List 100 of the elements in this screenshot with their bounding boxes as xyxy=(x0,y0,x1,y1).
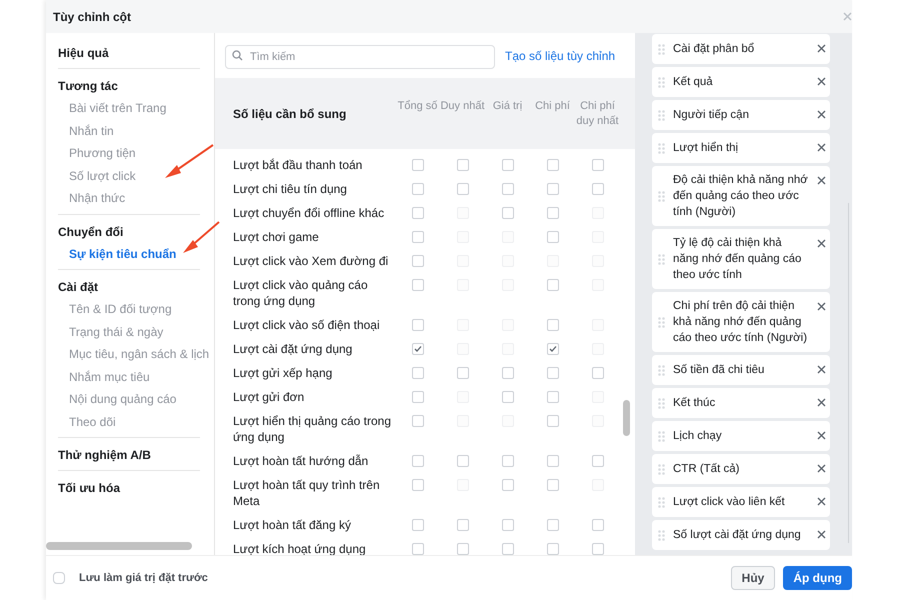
checkbox[interactable] xyxy=(412,415,424,427)
checkbox[interactable] xyxy=(412,279,424,291)
checkbox[interactable] xyxy=(546,519,558,531)
sidebar-item[interactable]: Sự kiện tiêu chuẩn xyxy=(58,242,176,265)
checkbox[interactable] xyxy=(546,319,558,331)
selected-column-card[interactable]: Cài đặt phân bổ xyxy=(652,34,830,64)
drag-handle-icon[interactable] xyxy=(658,496,665,508)
remove-icon[interactable] xyxy=(817,302,826,311)
remove-icon[interactable] xyxy=(817,497,826,506)
selected-column-card[interactable]: Độ cải thiện khả năng nhớ đến quảng cáo theo ước tính (Người) xyxy=(652,166,830,226)
checkbox[interactable] xyxy=(412,343,424,355)
checkbox[interactable] xyxy=(456,519,468,531)
drag-handle-icon[interactable] xyxy=(658,254,665,264)
checkbox[interactable] xyxy=(502,367,514,379)
checkbox[interactable] xyxy=(502,391,514,403)
create-custom-metric-link[interactable]: Tạo số liệu tùy chỉnh xyxy=(505,47,616,65)
checkbox[interactable] xyxy=(412,159,424,171)
checkbox[interactable] xyxy=(546,415,558,427)
drag-handle-icon[interactable] xyxy=(658,44,665,54)
remove-icon[interactable] xyxy=(817,530,826,539)
remove-icon[interactable] xyxy=(817,110,826,119)
search-field[interactable]: Tìm kiếm xyxy=(225,45,495,69)
checkbox[interactable] xyxy=(456,183,468,195)
remove-icon[interactable] xyxy=(817,398,826,407)
checkbox[interactable] xyxy=(456,159,468,171)
checkbox[interactable] xyxy=(592,519,604,531)
selected-column-card[interactable]: Lượt click vào liên kết xyxy=(652,487,830,517)
checkbox[interactable] xyxy=(592,543,604,555)
section-heading[interactable]: Chuyển đổi xyxy=(58,220,200,242)
drag-handle-icon[interactable] xyxy=(658,190,665,202)
selected-column-card[interactable]: Lượt hiển thị xyxy=(652,133,830,163)
checkbox[interactable] xyxy=(546,367,558,379)
checkbox[interactable] xyxy=(546,343,558,355)
drag-handle-icon[interactable] xyxy=(658,110,665,120)
drag-handle-icon[interactable] xyxy=(658,398,665,408)
remove-icon[interactable] xyxy=(817,77,826,86)
checkbox[interactable] xyxy=(502,455,514,467)
checkbox[interactable] xyxy=(592,159,604,171)
checkbox[interactable] xyxy=(53,572,65,584)
checkbox[interactable] xyxy=(546,159,558,171)
checkbox[interactable] xyxy=(546,207,558,219)
remove-icon[interactable] xyxy=(817,176,826,185)
section-heading[interactable]: Tối ưu hóa xyxy=(58,477,200,499)
cancel-button[interactable]: Hủy xyxy=(730,566,776,590)
checkbox[interactable] xyxy=(546,543,558,555)
checkbox[interactable] xyxy=(546,455,558,467)
checkbox[interactable] xyxy=(592,367,604,379)
drag-handle-icon[interactable] xyxy=(658,430,665,442)
remove-icon[interactable] xyxy=(817,365,826,374)
section-heading[interactable]: Thử nghiệm A/B xyxy=(58,444,200,466)
close-icon[interactable] xyxy=(843,12,852,21)
remove-icon[interactable] xyxy=(817,464,826,473)
checkbox[interactable] xyxy=(412,255,424,267)
drag-handle-icon[interactable] xyxy=(658,530,665,540)
section-heading[interactable]: Cài đặt xyxy=(58,276,200,298)
remove-icon[interactable] xyxy=(817,431,826,440)
checkbox[interactable] xyxy=(456,543,468,555)
checkbox[interactable] xyxy=(502,159,514,171)
scrollbar[interactable] xyxy=(46,542,192,550)
checkbox[interactable] xyxy=(546,391,558,403)
drag-handle-icon[interactable] xyxy=(658,464,665,474)
checkbox[interactable] xyxy=(412,183,424,195)
checkbox[interactable] xyxy=(502,543,514,555)
checkbox[interactable] xyxy=(412,319,424,331)
checkbox[interactable] xyxy=(412,519,424,531)
drag-handle-icon[interactable] xyxy=(658,142,665,154)
apply-button[interactable]: Áp dụng xyxy=(783,566,852,590)
checkbox[interactable] xyxy=(412,543,424,555)
selected-column-card[interactable]: Kết quả xyxy=(652,67,830,97)
section-heading[interactable]: Hiệu quả xyxy=(58,42,200,64)
checkbox[interactable] xyxy=(412,207,424,219)
checkbox[interactable] xyxy=(502,479,514,491)
remove-icon[interactable] xyxy=(817,44,826,53)
selected-column-card[interactable]: Số lượt cài đặt ứng dụng xyxy=(652,520,830,550)
checkbox[interactable] xyxy=(546,279,558,291)
remove-icon[interactable] xyxy=(817,239,826,248)
scrollbar[interactable] xyxy=(623,400,630,436)
checkbox[interactable] xyxy=(412,231,424,243)
checkbox[interactable] xyxy=(456,367,468,379)
selected-column-card[interactable]: Số tiền đã chi tiêu xyxy=(652,355,830,385)
checkbox[interactable] xyxy=(502,207,514,219)
checkbox[interactable] xyxy=(592,183,604,195)
checkbox[interactable] xyxy=(412,455,424,467)
checkbox[interactable] xyxy=(412,479,424,491)
checkbox[interactable] xyxy=(456,455,468,467)
checkbox[interactable] xyxy=(412,391,424,403)
checkbox[interactable] xyxy=(546,479,558,491)
checkbox[interactable] xyxy=(592,455,604,467)
section-heading[interactable]: Tương tác xyxy=(58,75,200,97)
checkbox[interactable] xyxy=(546,231,558,243)
selected-column-card[interactable]: Tỷ lệ độ cải thiện khả năng nhớ đến quảng cáo theo ước tính xyxy=(652,229,830,289)
selected-column-card[interactable]: CTR (Tất cả) xyxy=(652,454,830,484)
checkbox[interactable] xyxy=(502,183,514,195)
checkbox[interactable] xyxy=(412,367,424,379)
selected-column-card[interactable]: Lịch chạy xyxy=(652,421,830,451)
selected-column-card[interactable]: Chi phí trên độ cải thiện khả năng nhớ đến quảng cáo theo ước tính (Người) xyxy=(652,292,830,352)
selected-column-card[interactable]: Kết thúc xyxy=(652,388,830,418)
drag-handle-icon[interactable] xyxy=(658,316,665,328)
drag-handle-icon[interactable] xyxy=(658,76,665,88)
remove-icon[interactable] xyxy=(817,143,826,152)
